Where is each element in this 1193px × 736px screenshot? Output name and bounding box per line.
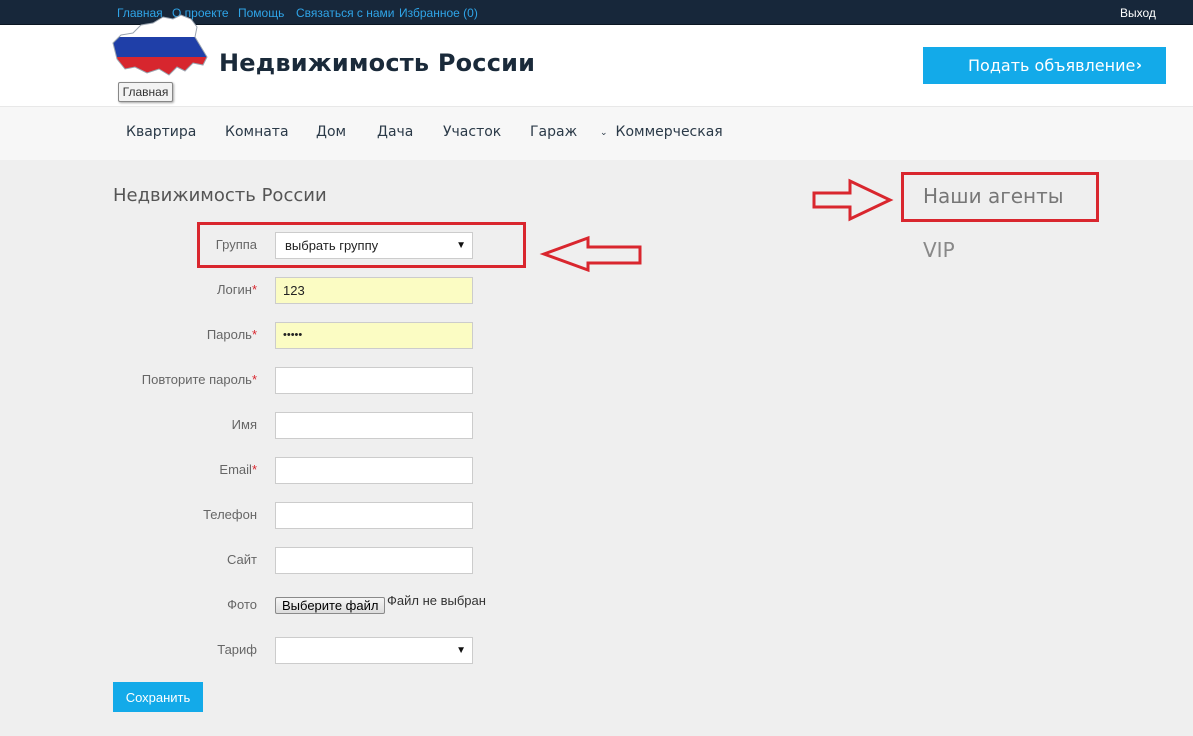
post-ad-button[interactable]: Подать объявление › (923, 47, 1166, 84)
nav-item-room[interactable]: Комната (225, 124, 289, 140)
phone-label: Телефон (203, 507, 257, 522)
site-title: Недвижимость России (219, 49, 536, 77)
annotation-arrow-left-icon (539, 235, 642, 273)
phone-input[interactable] (275, 502, 473, 529)
site-label: Сайт (227, 552, 257, 567)
nav-item-commercial[interactable]: ⌄ Коммерческая (600, 124, 723, 140)
tariff-label: Тариф (217, 642, 257, 657)
required-marker: * (251, 327, 257, 342)
save-button[interactable]: Сохранить (113, 682, 203, 712)
annotation-arrow-right-icon (812, 178, 894, 222)
annotation-box-agents (901, 172, 1099, 222)
chevron-down-icon: ⌄ (600, 128, 608, 138)
nav-item-house[interactable]: Дом (316, 124, 346, 140)
repeat-password-label: Повторите пароль* (141, 372, 257, 387)
nav-item-garage[interactable]: Гараж (530, 124, 577, 140)
password-input[interactable]: ••••• (275, 322, 473, 349)
name-label: Имя (231, 417, 257, 432)
repeat-password-input[interactable] (275, 367, 473, 394)
email-input[interactable] (275, 457, 473, 484)
file-status: Файл не выбран (387, 593, 486, 608)
photo-label: Фото (227, 597, 257, 612)
nav-item-commercial-label: Коммерческая (615, 124, 723, 140)
login-label: Логин* (216, 282, 257, 297)
nav-item-plot[interactable]: Участок (443, 124, 501, 140)
topbar-link-help[interactable]: Помощь (238, 6, 284, 20)
nav-item-dacha[interactable]: Дача (377, 124, 413, 140)
email-label: Email* (219, 462, 257, 477)
choose-file-button[interactable]: Выберите файл (275, 597, 386, 614)
name-input[interactable] (275, 412, 473, 439)
site-input[interactable] (275, 547, 473, 574)
page-heading: Недвижимость России (113, 185, 327, 206)
required-marker: * (251, 372, 257, 387)
home-badge[interactable]: Главная (118, 82, 173, 102)
tariff-select[interactable]: ▼ (275, 637, 473, 664)
dropdown-arrow-icon: ▼ (456, 645, 466, 656)
logout-link[interactable]: Выход (1120, 6, 1156, 20)
category-nav: Квартира Комната Дом Дача Участок Гараж … (0, 106, 1193, 160)
vip-title: VIP (923, 238, 955, 262)
annotation-box-group (197, 222, 526, 268)
password-label: Пароль* (206, 327, 257, 342)
required-marker: * (251, 462, 257, 477)
nav-item-apartment[interactable]: Квартира (126, 124, 196, 140)
post-ad-label: Подать объявление (968, 56, 1136, 75)
chevron-right-icon: › (1135, 56, 1142, 74)
login-input[interactable]: 123 (275, 277, 473, 304)
required-marker: * (251, 282, 257, 297)
russia-flag-map-logo[interactable] (111, 13, 208, 81)
topbar-link-contact[interactable]: Связаться с нами (296, 6, 394, 20)
topbar-link-favorites[interactable]: Избранное (0) (399, 6, 478, 20)
